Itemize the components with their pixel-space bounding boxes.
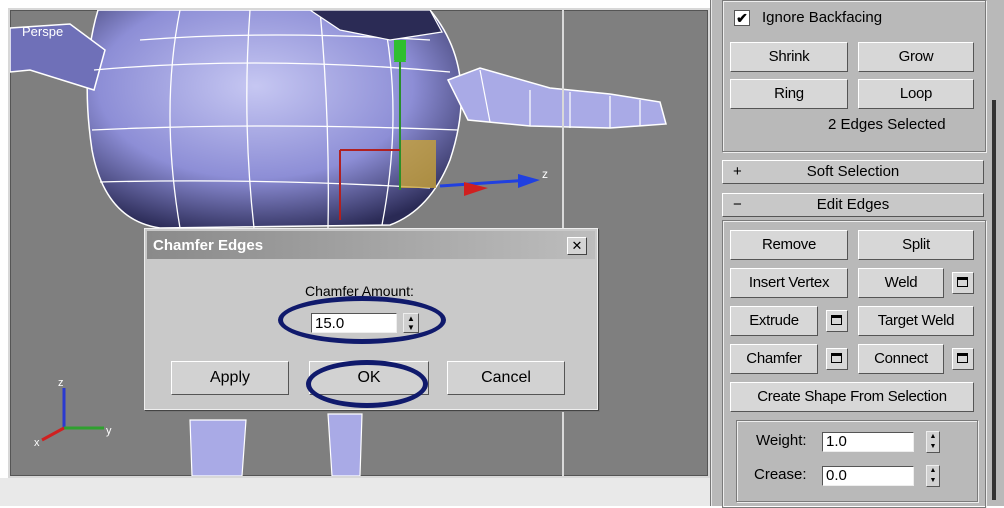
expand-icon: + <box>733 163 742 180</box>
shrink-button[interactable]: Shrink <box>730 42 848 72</box>
dialog-title: Chamfer Edges <box>153 237 264 254</box>
axis-y-label: y <box>106 425 112 437</box>
grow-button[interactable]: Grow <box>858 42 974 72</box>
weld-settings-icon[interactable] <box>952 272 974 294</box>
ring-button[interactable]: Ring <box>730 79 848 109</box>
soft-selection-rollout[interactable]: + Soft Selection <box>722 160 984 184</box>
collapse-icon: − <box>733 196 742 213</box>
axis-x-label: x <box>34 437 40 448</box>
crease-spinner-icon[interactable]: ▲ ▼ <box>926 465 940 487</box>
axis-z-label: z <box>58 378 64 389</box>
extrude-settings-icon[interactable] <box>826 310 848 332</box>
extrude-button[interactable]: Extrude <box>730 306 818 336</box>
target-weld-button[interactable]: Target Weld <box>858 306 974 336</box>
annotation-circle-ok <box>306 360 428 408</box>
ignore-backfacing-checkbox[interactable]: ✔ <box>734 10 750 26</box>
crease-label: Crease: <box>754 466 807 483</box>
loop-button[interactable]: Loop <box>858 79 974 109</box>
dialog-titlebar[interactable]: Chamfer Edges ✕ <box>147 231 595 259</box>
connect-settings-icon[interactable] <box>952 348 974 370</box>
insert-vertex-button[interactable]: Insert Vertex <box>730 268 848 298</box>
axis-tripod: z x y <box>34 378 112 448</box>
edit-edges-label: Edit Edges <box>816 196 890 213</box>
ignore-backfacing-label: Ignore Backfacing <box>762 9 883 26</box>
selection-status: 2 Edges Selected <box>828 116 946 133</box>
connect-button[interactable]: Connect <box>858 344 944 374</box>
status-bar <box>0 478 710 506</box>
svg-text:z: z <box>542 167 548 181</box>
apply-button[interactable]: Apply <box>171 361 289 395</box>
chamfer-button[interactable]: Chamfer <box>730 344 818 374</box>
cancel-button[interactable]: Cancel <box>447 361 565 395</box>
close-button[interactable]: ✕ <box>567 237 587 255</box>
weight-label: Weight: <box>756 432 807 449</box>
split-button[interactable]: Split <box>858 230 974 260</box>
annotation-circle-amount <box>278 296 446 344</box>
chamfer-settings-icon[interactable] <box>826 348 848 370</box>
crease-input[interactable]: 0.0 <box>822 466 914 486</box>
weight-input[interactable]: 1.0 <box>822 432 914 452</box>
remove-button[interactable]: Remove <box>730 230 848 260</box>
weight-spinner-icon[interactable]: ▲ ▼ <box>926 431 940 453</box>
soft-selection-label: Soft Selection <box>806 163 900 180</box>
panel-scrollbar[interactable] <box>992 100 996 500</box>
viewport-label[interactable]: Perspe <box>22 24 63 39</box>
weld-button[interactable]: Weld <box>858 268 944 298</box>
create-shape-button[interactable]: Create Shape From Selection <box>730 382 974 412</box>
edit-edges-rollout[interactable]: − Edit Edges <box>722 193 984 217</box>
